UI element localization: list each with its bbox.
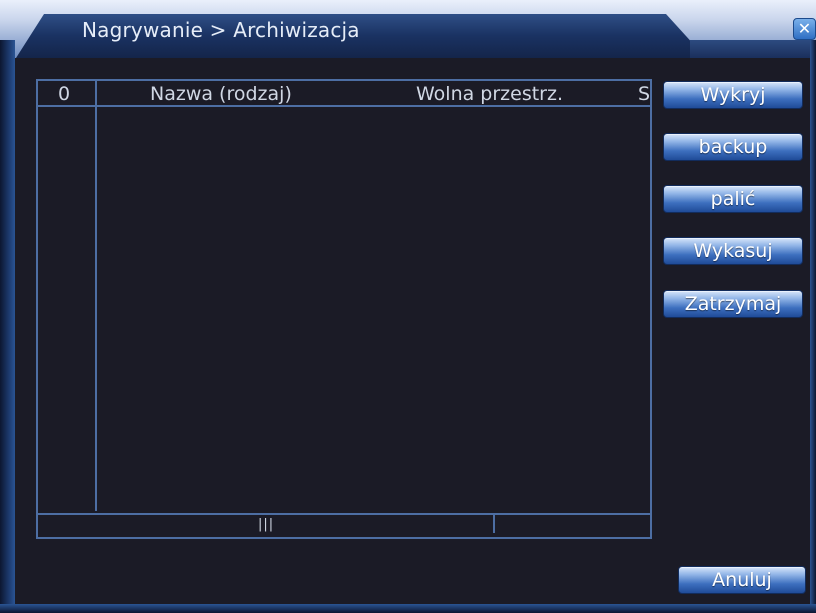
device-list[interactable]: 0 Nazwa (rodzaj) Wolna przestrz. S ||| (36, 79, 652, 539)
frame-bottom (0, 604, 816, 613)
backup-button[interactable]: backup (663, 133, 803, 161)
cancel-button[interactable]: Anuluj (678, 566, 806, 594)
burn-button[interactable]: palić (663, 185, 803, 213)
stop-button[interactable]: Zatrzymaj (663, 290, 803, 318)
column-header-free-space[interactable]: Wolna przestrz. (416, 83, 563, 105)
scrollbar-grip-icon: ||| (258, 517, 275, 532)
detect-button[interactable]: Wykryj (663, 81, 803, 109)
title-bar-extension (690, 40, 816, 58)
scrollbar-thumb[interactable]: ||| (38, 515, 495, 533)
close-icon[interactable]: ✕ (793, 18, 816, 40)
archive-dialog: Nagrywanie > Archiwizacja ✕ 0 Nazwa (rod… (0, 0, 816, 613)
frame-left (0, 40, 15, 613)
list-body[interactable] (38, 109, 650, 511)
horizontal-scrollbar[interactable]: ||| (38, 513, 650, 535)
column-header-name[interactable]: Nazwa (rodzaj) (150, 83, 292, 105)
erase-button[interactable]: Wykasuj (663, 237, 803, 265)
column-header-extra[interactable]: S (638, 83, 650, 105)
column-header-index[interactable]: 0 (58, 83, 70, 105)
frame-right (810, 40, 816, 613)
list-header: 0 Nazwa (rodzaj) Wolna przestrz. S (38, 81, 650, 107)
dialog-title: Nagrywanie > Archiwizacja (82, 18, 360, 42)
